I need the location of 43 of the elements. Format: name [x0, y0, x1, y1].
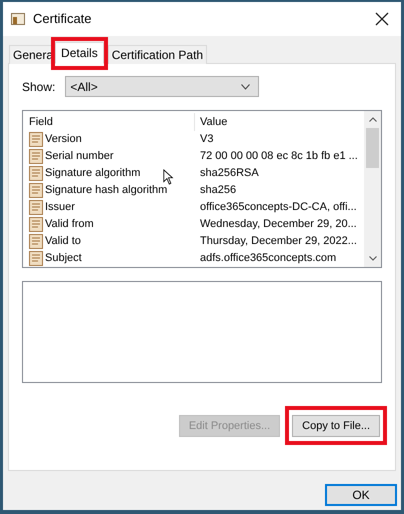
field-name: Valid from [45, 217, 94, 232]
close-icon[interactable] [375, 12, 389, 26]
certificate-field-icon [29, 166, 43, 181]
show-dropdown[interactable]: <All> [65, 76, 260, 97]
certificate-field-icon [29, 251, 43, 266]
window-title: Certificate [33, 10, 92, 28]
show-label: Show: [22, 78, 56, 96]
certificate-field-icon [29, 217, 43, 232]
field-name: Subject [45, 251, 82, 266]
field-value: sha256RSA [199, 166, 259, 182]
mouse-cursor-icon [163, 169, 174, 185]
field-value: 72 00 00 00 08 ec 8c 1b fb e1 ... [199, 149, 358, 164]
dropdown-value: <All> [70, 78, 98, 96]
certificate-field-icon [29, 132, 43, 147]
chevron-down-icon [241, 84, 250, 90]
scroll-up-icon[interactable] [368, 117, 376, 122]
column-header[interactable]: Value [195, 113, 364, 131]
certificate-icon [11, 13, 25, 25]
certificate-field-icon [29, 149, 43, 164]
scroll-thumb[interactable] [366, 128, 379, 168]
field-value: Thursday, December 29, 2022... [199, 234, 357, 250]
ok-button[interactable]: OK [325, 484, 397, 506]
field-name: Version [45, 132, 82, 148]
column-header[interactable]: Field [23, 113, 195, 131]
field-value: V3 [199, 132, 214, 148]
certificate-field-icon [29, 200, 43, 215]
certificate-field-icon [29, 234, 43, 249]
field-name: Serial number [45, 149, 114, 164]
field-value: adfs.office365concepts.com [199, 251, 336, 266]
tab[interactable]: Certification Path [108, 45, 208, 64]
field-name: Signature hash algorithm [45, 183, 168, 198]
certificate-field-icon [29, 183, 43, 198]
field-name: Signature algorithm [45, 166, 140, 182]
field-value: Wednesday, December 29, 20... [199, 217, 357, 232]
action-button[interactable]: Copy to File... [292, 415, 380, 438]
field-value: office365concepts-DC-CA, offi... [199, 200, 357, 216]
field-name: Valid to [45, 234, 81, 250]
tab[interactable]: Details [55, 42, 104, 64]
field-name: Issuer [45, 200, 75, 216]
scrollbar[interactable] [364, 111, 381, 267]
field-value: sha256 [199, 183, 236, 198]
value-detail-box[interactable] [22, 281, 382, 383]
scroll-down-icon[interactable] [368, 256, 376, 261]
